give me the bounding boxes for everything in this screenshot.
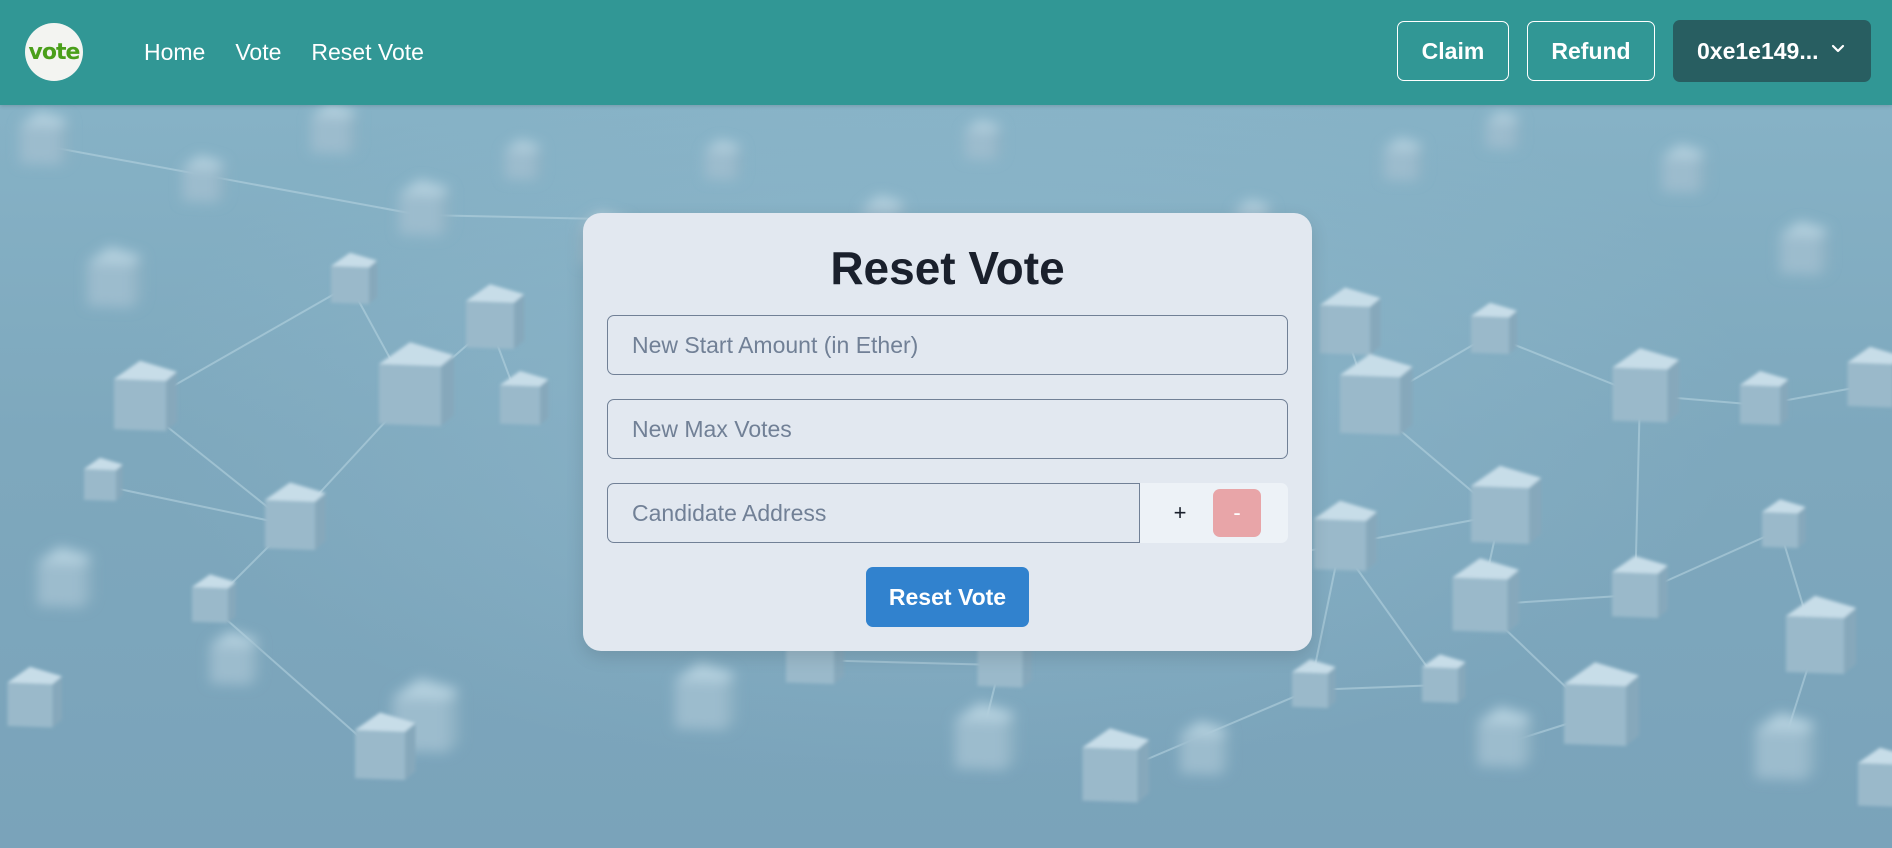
network-node [1452,558,1520,633]
network-node [210,631,259,685]
network-node [505,139,542,180]
network-node [1477,706,1532,768]
network-node [1292,659,1336,708]
network-node [705,139,742,180]
network-node [1384,137,1423,181]
network-node [1740,371,1789,425]
nav-vote-link[interactable]: Vote [235,39,281,66]
logo[interactable]: vote [25,23,83,81]
network-node [1662,144,1706,193]
network-node [1755,712,1816,780]
network-node [1786,595,1857,674]
network-node [1082,728,1150,803]
network-node [675,662,736,730]
candidate-address-input[interactable] [607,483,1140,543]
account-address: 0xe1e149... [1697,37,1819,64]
network-node [114,360,177,431]
chevron-down-icon [1831,44,1845,53]
main-nav: Home Vote Reset Vote [144,0,424,105]
logo-text: vote [28,39,81,65]
reset-vote-submit-button[interactable]: Reset Vote [866,567,1029,627]
network-node [84,457,123,501]
network-node [1847,346,1892,408]
network-node [331,252,377,304]
network-node [1858,747,1892,807]
network-node [1612,555,1668,618]
network-node [965,119,1002,160]
network-node [1180,721,1229,775]
network-node [355,712,416,780]
network-node [182,155,225,203]
page-title: Reset Vote [830,242,1065,294]
network-node [311,105,357,154]
network-node [1314,500,1377,571]
reset-vote-card: Reset Vote + - Reset Vote [583,213,1312,651]
nav-reset-vote-link[interactable]: Reset Vote [311,39,424,66]
network-node [466,284,525,349]
network-node [1486,111,1520,149]
network-node [1340,354,1413,435]
account-menu-button[interactable]: 0xe1e149... [1673,20,1871,82]
candidate-actions: + - [1140,483,1288,543]
network-node [1762,499,1806,548]
network-node [1471,465,1542,544]
network-node [1564,662,1640,746]
network-node [1320,287,1381,355]
network-node [1422,654,1466,703]
refund-button[interactable]: Refund [1527,21,1655,81]
network-node [20,111,69,165]
remove-candidate-button[interactable]: - [1213,489,1261,537]
network-node [87,246,142,308]
network-node [192,574,236,623]
network-node [7,666,62,728]
top-navbar: vote Home Vote Reset Vote Claim Refund 0… [0,0,1892,105]
claim-button[interactable]: Claim [1397,21,1509,81]
network-node [955,702,1016,770]
network-node [37,546,92,608]
network-node [379,342,455,426]
network-node [1612,348,1680,423]
network-node [399,179,450,236]
network-node [265,482,326,550]
nav-home-link[interactable]: Home [144,39,205,66]
network-node [1780,221,1829,275]
network-node [500,371,549,425]
max-votes-input[interactable] [607,399,1288,459]
add-candidate-button[interactable]: + [1156,489,1204,537]
network-node [1471,302,1517,354]
start-amount-input[interactable] [607,315,1288,375]
